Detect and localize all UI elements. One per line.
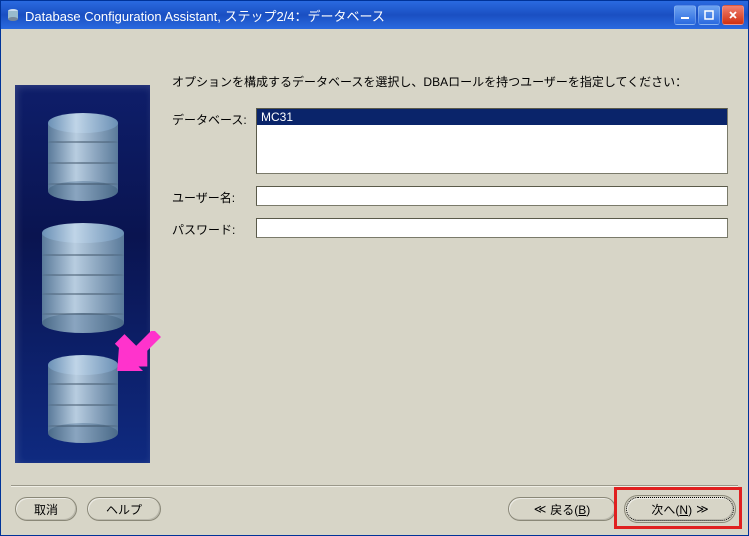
separator (11, 485, 738, 487)
username-field[interactable] (256, 186, 728, 206)
close-button[interactable] (722, 5, 744, 25)
database-label: データベース: (172, 108, 256, 128)
username-label: ユーザー名: (172, 186, 256, 206)
next-button[interactable]: 次へ(N) ≫ (626, 497, 734, 521)
cancel-button[interactable]: 取消 (15, 497, 77, 521)
instruction-text: オプションを構成するデータベースを選択し、DBAロールを持つユーザーを指定してく… (172, 73, 728, 90)
window-title: Database Configuration Assistant, ステップ2/… (25, 6, 674, 25)
database-list-item[interactable]: MC31 (257, 109, 727, 125)
maximize-button[interactable] (698, 5, 720, 25)
help-button[interactable]: ヘルプ (87, 497, 161, 521)
password-label: パスワード: (172, 218, 256, 238)
window-titlebar: Database Configuration Assistant, ステップ2/… (1, 1, 748, 29)
arrow-indicator-icon (111, 331, 161, 371)
chevron-left-icon: ≪ (534, 502, 547, 516)
wizard-side-image (15, 85, 150, 463)
password-field[interactable] (256, 218, 728, 238)
minimize-button[interactable] (674, 5, 696, 25)
back-button[interactable]: ≪ 戻る(B) (508, 497, 616, 521)
chevron-right-icon: ≫ (696, 502, 709, 516)
database-listbox[interactable]: MC31 (256, 108, 728, 174)
app-icon (5, 7, 21, 23)
